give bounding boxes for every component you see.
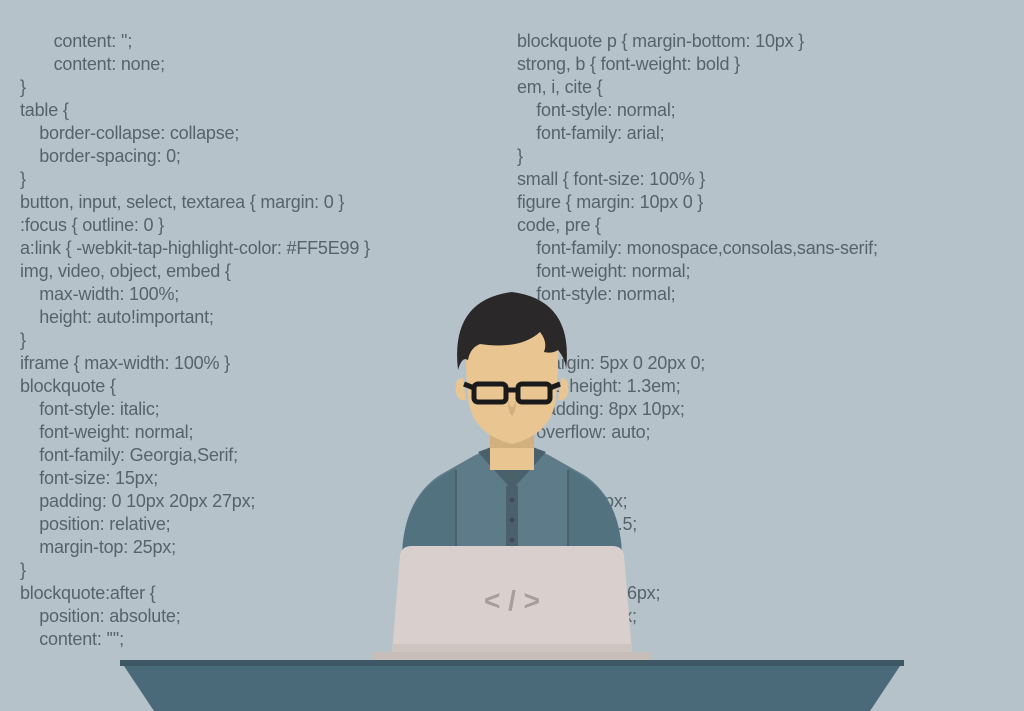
- code-background: content: ''; content: none; } table { bo…: [0, 0, 1024, 711]
- code-column-left: content: ''; content: none; } table { bo…: [20, 30, 507, 711]
- code-column-right: blockquote p { margin-bottom: 10px } str…: [507, 30, 1004, 711]
